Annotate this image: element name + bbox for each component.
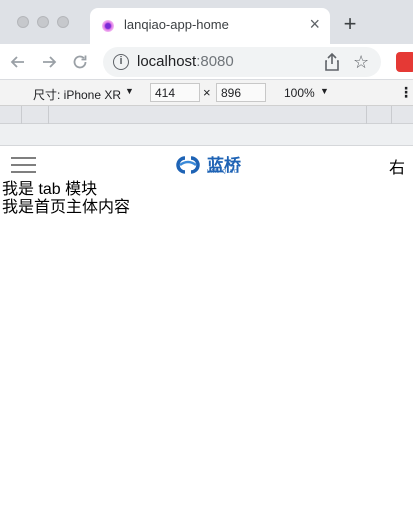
- logo-subtext: LAN QIAO: [207, 169, 239, 175]
- ruler-bar: [0, 124, 413, 146]
- page-viewport: 蓝桥 LAN QIAO 右 我是 tab 模块 我是首页主体内容: [0, 146, 413, 517]
- tab-title: lanqiao-app-home: [124, 17, 229, 32]
- new-tab-button[interactable]: +: [338, 12, 362, 36]
- tab-module-text: 我是 tab 模块: [2, 181, 98, 198]
- hamburger-menu-icon[interactable]: [11, 156, 36, 174]
- url-text: localhost:8080: [137, 53, 234, 70]
- device-width-input[interactable]: 414: [150, 83, 200, 102]
- media-query-segment[interactable]: [367, 106, 392, 124]
- window-close-dot[interactable]: [17, 16, 29, 28]
- zoom-selector[interactable]: 100%: [284, 86, 315, 100]
- chevron-down-icon[interactable]: ▼: [320, 86, 329, 96]
- address-bar[interactable]: i localhost:8080 ☆: [103, 47, 381, 77]
- window-maximize-dot[interactable]: [57, 16, 69, 28]
- lanqiao-logo-icon: [176, 156, 200, 174]
- arrow-right-icon[interactable]: [37, 50, 61, 74]
- window-minimize-dot[interactable]: [37, 16, 49, 28]
- device-toolbar: 尺寸: iPhone XR ▼ 414 × 896 100% ▼ ⋮: [0, 80, 413, 106]
- reload-icon[interactable]: [68, 50, 92, 74]
- chevron-down-icon[interactable]: ▼: [125, 86, 134, 96]
- info-icon[interactable]: i: [113, 54, 129, 70]
- page-content: 我是 tab 模块 我是首页主体内容: [2, 181, 130, 217]
- home-content-text: 我是首页主体内容: [2, 199, 131, 216]
- arrow-left-icon[interactable]: [6, 50, 30, 74]
- more-options-icon[interactable]: ⋮: [399, 84, 413, 101]
- media-query-segment[interactable]: [0, 106, 22, 124]
- browser-titlebar: lanqiao-app-home × +: [0, 0, 413, 44]
- tab-close-icon[interactable]: ×: [309, 14, 320, 34]
- browser-toolbar: i localhost:8080 ☆: [0, 44, 413, 80]
- app-header: 蓝桥 LAN QIAO 右: [0, 146, 413, 182]
- lanqiao-logo[interactable]: 蓝桥 LAN QIAO: [172, 152, 246, 176]
- extension-icon[interactable]: [396, 52, 413, 72]
- device-height-input[interactable]: 896: [216, 83, 266, 102]
- browser-tab-active[interactable]: lanqiao-app-home ×: [90, 8, 330, 44]
- star-icon[interactable]: ☆: [353, 51, 369, 73]
- share-icon[interactable]: [323, 52, 341, 72]
- dimension-separator: ×: [203, 85, 211, 100]
- favicon-icon: [102, 20, 114, 32]
- header-right-button[interactable]: 右: [389, 154, 405, 178]
- media-query-segment[interactable]: [22, 106, 49, 124]
- media-query-bar[interactable]: [0, 106, 413, 124]
- device-selector[interactable]: 尺寸: iPhone XR: [33, 86, 121, 103]
- media-query-segment[interactable]: [49, 106, 367, 124]
